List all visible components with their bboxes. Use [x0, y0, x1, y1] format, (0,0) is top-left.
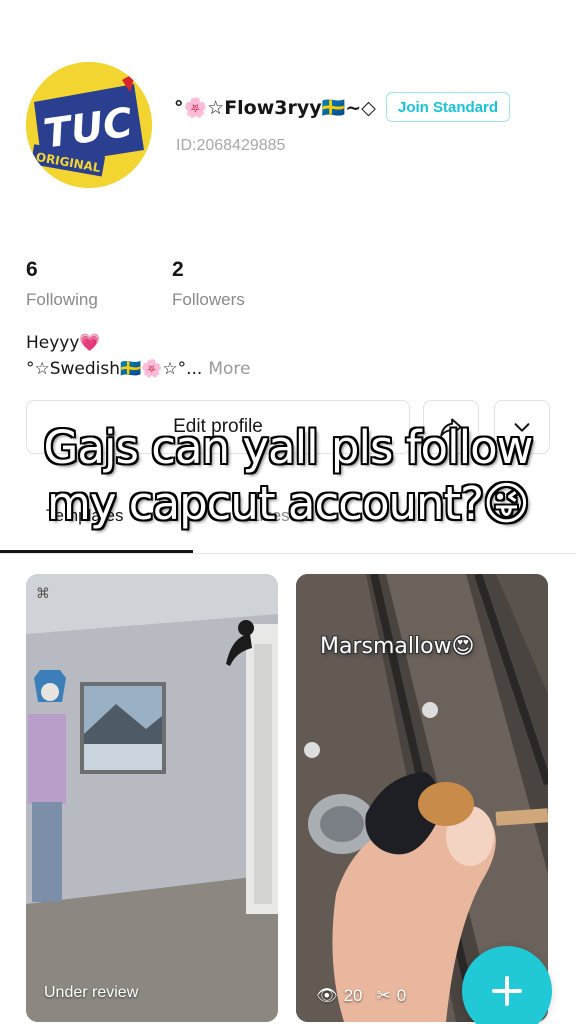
avatar[interactable]: TUC ORIGINAL — [26, 62, 152, 188]
plus-icon — [492, 976, 522, 1006]
bio: Heyyy💗 °☆Swedish🇸🇪🌸☆°... More — [26, 330, 250, 382]
room-thumbnail-image: ⌘ — [26, 574, 278, 1022]
video-card-1[interactable]: ⌘ Under review — [26, 574, 278, 1022]
video-stats: 👁 20 ✂ 0 — [316, 986, 406, 1006]
followers-label: Followers — [172, 290, 245, 309]
capcut-mark: ⌘ — [36, 586, 50, 602]
view-count: 20 — [343, 986, 363, 1005]
bio-line-1: Heyyy💗 — [26, 333, 101, 353]
overlay-caption: Gajs can yall pls follow my capcut accou… — [0, 420, 576, 532]
bio-line-2: °☆Swedish🇸🇪🌸☆°... — [26, 359, 203, 379]
following-label: Following — [26, 290, 98, 309]
following-count: 6 — [26, 258, 38, 281]
tab-divider — [0, 553, 576, 554]
scissors-icon: ✂ — [376, 986, 391, 1005]
eye-icon: 👁 — [316, 986, 338, 1005]
use-count: 0 — [396, 986, 407, 1005]
join-standard-button[interactable]: Join Standard — [386, 92, 510, 122]
video-status: Under review — [44, 984, 139, 1001]
bio-more-link[interactable]: More — [208, 359, 250, 379]
following-stat[interactable]: 6 Following — [26, 258, 98, 310]
followers-stat[interactable]: 2 Followers — [172, 258, 245, 310]
overlay-line-2: my capcut account?😜 — [47, 477, 530, 530]
username: °🌸☆Flow3ryy🇸🇪~◇ — [174, 97, 376, 119]
overlay-line-1: Gajs can yall pls follow — [43, 421, 534, 474]
user-id: ID:2068429885 — [176, 137, 286, 154]
followers-count: 2 — [172, 258, 184, 281]
tuc-logo-image: TUC ORIGINAL — [26, 62, 152, 188]
video-label: Marsmallow😍 — [320, 634, 475, 659]
